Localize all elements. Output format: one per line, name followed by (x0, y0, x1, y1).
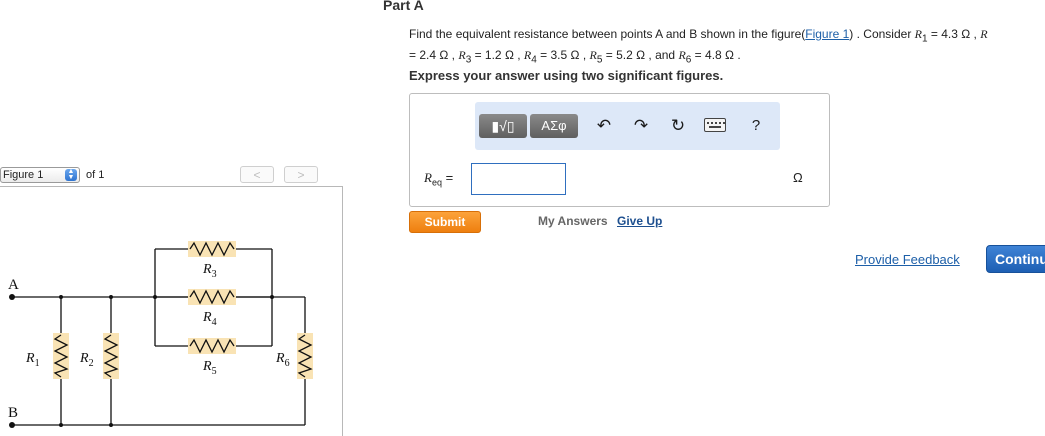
resistor-r4 (188, 289, 236, 305)
undo-icon[interactable]: ↶ (593, 114, 615, 138)
question-line-1: Find the equivalent resistance between p… (409, 27, 988, 45)
resistor-r1 (53, 333, 69, 379)
instruction-text: Express your answer using two significan… (409, 68, 724, 83)
node-b-label: B (8, 405, 18, 421)
next-figure-button[interactable]: > (284, 166, 318, 183)
math-toolbar: ▮√▯ ΑΣφ ↶ ↷ ↻ ? (475, 102, 780, 150)
answer-box: ▮√▯ ΑΣφ ↶ ↷ ↻ ? Req = Ω (409, 93, 830, 207)
node-a-label: A (8, 277, 19, 293)
resistor-r2 (103, 333, 119, 379)
part-title: Part A (383, 0, 424, 13)
r1-label: R1 (25, 351, 40, 369)
help-icon[interactable]: ? (745, 114, 767, 138)
node-a-terminal (9, 294, 15, 300)
r2-label: R2 (79, 351, 94, 369)
node-b-terminal (9, 422, 15, 428)
r6-label: R6 (275, 351, 290, 369)
r5-label: R5 (202, 359, 217, 377)
circuit-diagram: A B R3 R4 R5 R1 R2 R6 (8, 241, 313, 428)
keyboard-icon[interactable] (704, 118, 726, 132)
provide-feedback-link[interactable]: Provide Feedback (855, 252, 960, 267)
figure-select-value: Figure 1 (3, 169, 44, 181)
figure-link[interactable]: Figure 1 (805, 27, 849, 41)
resistor-r6 (297, 333, 313, 379)
figure-count: of 1 (86, 169, 105, 181)
figure-header: Figure 1 ▲ ▼ of 1 < > (0, 164, 343, 186)
question-line-2: = 2.4 Ω , R3 = 1.2 Ω , R4 = 3.5 Ω , R5 =… (409, 48, 741, 66)
unit-label: Ω (793, 170, 803, 185)
reset-icon[interactable]: ↻ (667, 114, 689, 138)
figure-select[interactable]: Figure 1 ▲ ▼ (0, 167, 80, 183)
previous-figure-button[interactable]: < (240, 166, 274, 183)
answer-label: Req = (424, 170, 454, 188)
symbols-button[interactable]: ΑΣφ (530, 114, 578, 138)
answer-input[interactable] (471, 163, 566, 195)
select-spinner-icon: ▲ ▼ (65, 168, 77, 181)
r3-label: R3 (202, 262, 217, 280)
question-text: Find the equivalent resistance between p… (409, 26, 1045, 69)
my-answers-link[interactable]: My Answers (538, 214, 608, 228)
give-up-link[interactable]: Give Up (617, 214, 662, 228)
redo-icon[interactable]: ↷ (630, 114, 652, 138)
submit-button[interactable]: Submit (409, 211, 481, 233)
figure-panel: A B R3 R4 R5 R1 R2 R6 (0, 186, 343, 436)
resistor-r3 (188, 241, 236, 257)
templates-button[interactable]: ▮√▯ (479, 114, 527, 138)
continue-button[interactable]: Continue (986, 245, 1045, 273)
r4-label: R4 (202, 310, 217, 328)
resistor-r5 (188, 338, 236, 354)
